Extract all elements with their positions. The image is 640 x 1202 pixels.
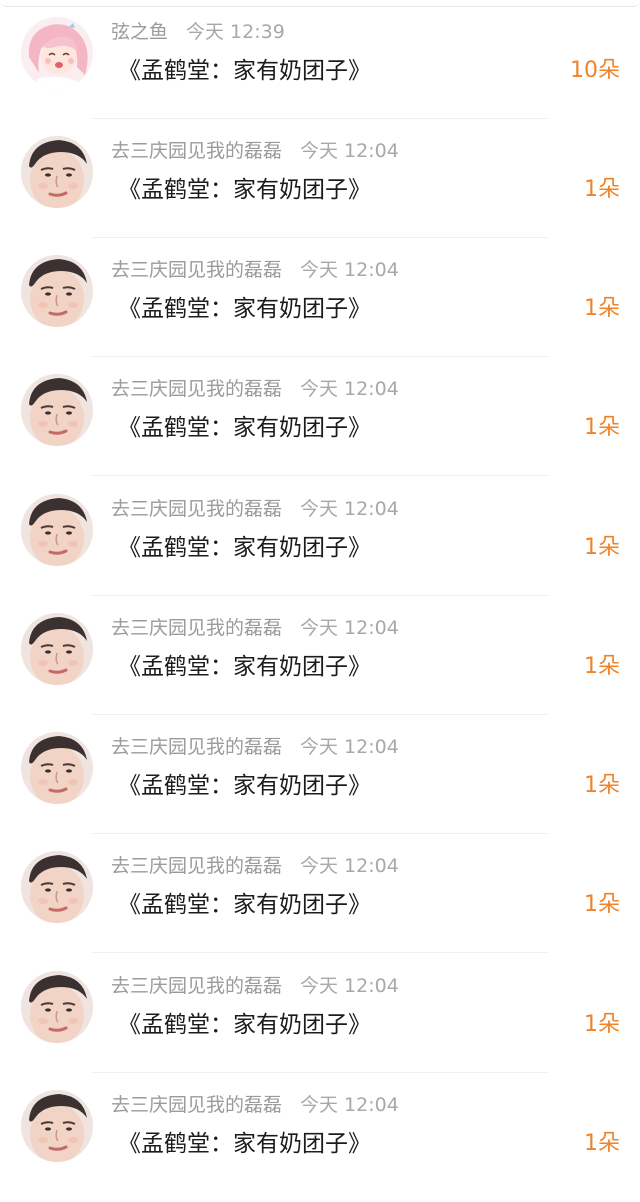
man-portrait-illustration xyxy=(21,613,93,685)
record-meta: 去三庆园见我的磊磊 今天 12:04 xyxy=(111,852,399,880)
record-meta: 弦之鱼 今天 12:39 xyxy=(111,18,285,46)
man-portrait-illustration xyxy=(21,971,93,1043)
man-portrait-illustration xyxy=(21,732,93,804)
avatar[interactable] xyxy=(21,732,93,804)
row-divider xyxy=(92,475,548,476)
gift-records-page: 弦之鱼 今天 12:39 《孟鹤堂：家有奶团子》 10朵 去三庆园见我的磊磊 今天 … xyxy=(0,0,640,1202)
record-meta: 去三庆园见我的磊磊 今天 12:04 xyxy=(111,1091,399,1119)
avatar[interactable] xyxy=(21,1090,93,1162)
avatar[interactable] xyxy=(21,971,93,1043)
list-item[interactable]: 去三庆园见我的磊磊 今天 12:04 《孟鹤堂：家有奶团子》 1朵 xyxy=(0,1073,640,1192)
list-item[interactable]: 去三庆园见我的磊磊 今天 12:04 《孟鹤堂：家有奶团子》 1朵 xyxy=(0,715,640,834)
avatar[interactable] xyxy=(21,494,93,566)
timestamp: 今天 12:04 xyxy=(300,736,399,758)
record-meta: 去三庆园见我的磊磊 今天 12:04 xyxy=(111,495,399,523)
gift-count: 1朵 xyxy=(584,535,620,560)
gift-title: 《孟鹤堂：家有奶团子》 xyxy=(118,296,371,322)
avatar[interactable] xyxy=(21,136,93,208)
timestamp: 今天 12:04 xyxy=(300,140,399,162)
timestamp: 今天 12:04 xyxy=(300,617,399,639)
list-item[interactable]: 去三庆园见我的磊磊 今天 12:04 《孟鹤堂：家有奶团子》 1朵 xyxy=(0,119,640,238)
timestamp: 今天 12:04 xyxy=(300,975,399,997)
gift-count: 1朵 xyxy=(584,773,620,798)
record-meta: 去三庆园见我的磊磊 今天 12:04 xyxy=(111,733,399,761)
username[interactable]: 去三庆园见我的磊磊 xyxy=(111,1094,282,1116)
man-portrait-illustration xyxy=(21,136,93,208)
gift-count: 1朵 xyxy=(584,1131,620,1156)
avatar[interactable] xyxy=(21,851,93,923)
gift-count: 1朵 xyxy=(584,654,620,679)
timestamp: 今天 12:04 xyxy=(300,378,399,400)
record-meta: 去三庆园见我的磊磊 今天 12:04 xyxy=(111,972,399,1000)
username[interactable]: 去三庆园见我的磊磊 xyxy=(111,975,282,997)
gift-count: 1朵 xyxy=(584,892,620,917)
avatar[interactable] xyxy=(21,17,93,89)
avatar[interactable] xyxy=(21,613,93,685)
list-item[interactable]: 弦之鱼 今天 12:39 《孟鹤堂：家有奶团子》 10朵 xyxy=(0,0,640,119)
record-meta: 去三庆园见我的磊磊 今天 12:04 xyxy=(111,256,399,284)
record-meta: 去三庆园见我的磊磊 今天 12:04 xyxy=(111,137,399,165)
gift-title: 《孟鹤堂：家有奶团子》 xyxy=(118,1131,371,1157)
gift-count: 1朵 xyxy=(584,415,620,440)
gift-title: 《孟鹤堂：家有奶团子》 xyxy=(118,58,371,84)
man-portrait-illustration xyxy=(21,255,93,327)
man-portrait-illustration xyxy=(21,1090,93,1162)
username[interactable]: 去三庆园见我的磊磊 xyxy=(111,498,282,520)
gift-count: 1朵 xyxy=(584,177,620,202)
man-portrait-illustration xyxy=(21,494,93,566)
avatar[interactable] xyxy=(21,255,93,327)
username[interactable]: 弦之鱼 xyxy=(111,21,168,43)
timestamp: 今天 12:04 xyxy=(300,855,399,877)
list-item[interactable]: 去三庆园见我的磊磊 今天 12:04 《孟鹤堂：家有奶团子》 1朵 xyxy=(0,477,640,596)
record-meta: 去三庆园见我的磊磊 今天 12:04 xyxy=(111,614,399,642)
username[interactable]: 去三庆园见我的磊磊 xyxy=(111,140,282,162)
timestamp: 今天 12:39 xyxy=(186,21,285,43)
gift-count: 1朵 xyxy=(584,296,620,321)
username[interactable]: 去三庆园见我的磊磊 xyxy=(111,378,282,400)
gift-count: 10朵 xyxy=(570,58,620,83)
username[interactable]: 去三庆园见我的磊磊 xyxy=(111,855,282,877)
username[interactable]: 去三庆园见我的磊磊 xyxy=(111,736,282,758)
timestamp: 今天 12:04 xyxy=(300,498,399,520)
gift-count: 1朵 xyxy=(584,1012,620,1037)
gift-title: 《孟鹤堂：家有奶团子》 xyxy=(118,177,371,203)
gift-title: 《孟鹤堂：家有奶团子》 xyxy=(118,535,371,561)
avatar[interactable] xyxy=(21,374,93,446)
list-item[interactable]: 去三庆园见我的磊磊 今天 12:04 《孟鹤堂：家有奶团子》 1朵 xyxy=(0,596,640,715)
anime-girl-illustration xyxy=(21,17,93,89)
row-divider xyxy=(92,952,548,953)
list-item[interactable]: 去三庆园见我的磊磊 今天 12:04 《孟鹤堂：家有奶团子》 1朵 xyxy=(0,357,640,476)
gift-title: 《孟鹤堂：家有奶团子》 xyxy=(118,654,371,680)
username[interactable]: 去三庆园见我的磊磊 xyxy=(111,617,282,639)
list-item[interactable]: 去三庆园见我的磊磊 今天 12:04 《孟鹤堂：家有奶团子》 1朵 xyxy=(0,834,640,953)
man-portrait-illustration xyxy=(21,851,93,923)
gift-title: 《孟鹤堂：家有奶团子》 xyxy=(118,892,371,918)
gift-title: 《孟鹤堂：家有奶团子》 xyxy=(118,1012,371,1038)
username[interactable]: 去三庆园见我的磊磊 xyxy=(111,259,282,281)
timestamp: 今天 12:04 xyxy=(300,259,399,281)
gift-title: 《孟鹤堂：家有奶团子》 xyxy=(118,773,371,799)
record-meta: 去三庆园见我的磊磊 今天 12:04 xyxy=(111,375,399,403)
man-portrait-illustration xyxy=(21,374,93,446)
list-item[interactable]: 去三庆园见我的磊磊 今天 12:04 《孟鹤堂：家有奶团子》 1朵 xyxy=(0,954,640,1073)
timestamp: 今天 12:04 xyxy=(300,1094,399,1116)
list-item[interactable]: 去三庆园见我的磊磊 今天 12:04 《孟鹤堂：家有奶团子》 1朵 xyxy=(0,238,640,357)
gift-title: 《孟鹤堂：家有奶团子》 xyxy=(118,415,371,441)
